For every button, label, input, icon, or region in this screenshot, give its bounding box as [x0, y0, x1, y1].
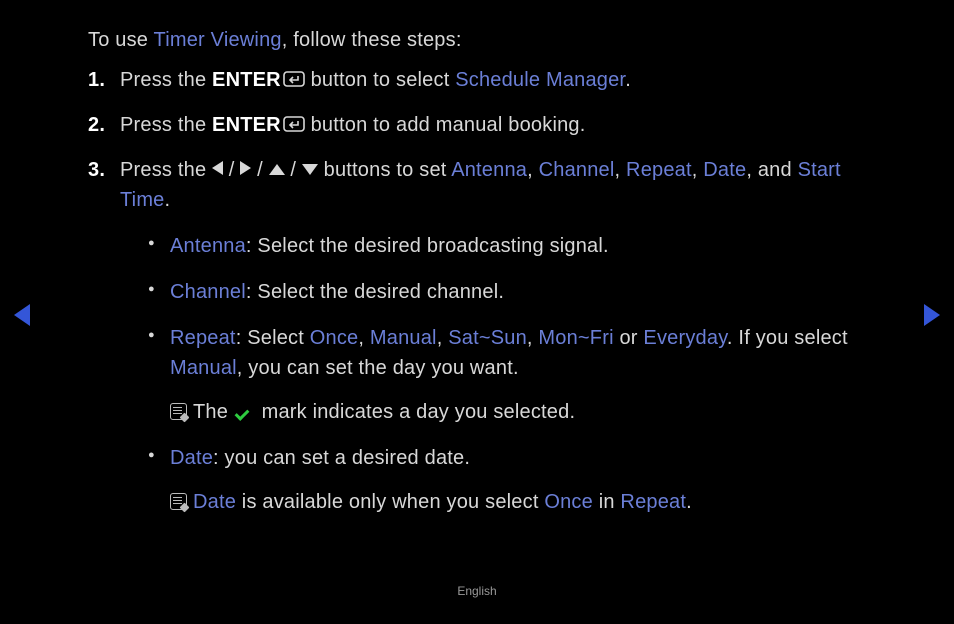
step-suffix: .: [165, 189, 171, 211]
bullet-repeat: Repeat: Select Once, Manual, Sat~Sun, Mo…: [148, 323, 866, 427]
comma: ,: [527, 327, 539, 349]
bullets-list: Antenna: Select the desired broadcasting…: [148, 231, 866, 517]
step-1: 1. Press the ENTER button to select Sche…: [88, 65, 866, 98]
date-text: : you can set a desired date.: [213, 447, 470, 469]
note-suffix: mark indicates a day you selected.: [256, 401, 575, 423]
satsun-highlight: Sat~Sun: [448, 327, 527, 349]
monfri-highlight: Mon~Fri: [538, 327, 613, 349]
repeat-label: Repeat: [170, 327, 236, 349]
intro-text: To use Timer Viewing, follow these steps…: [88, 25, 866, 55]
prev-page-button[interactable]: [14, 304, 30, 326]
comma: ,: [692, 159, 704, 181]
bullet-antenna: Antenna: Select the desired broadcasting…: [148, 231, 866, 261]
channel-text: : Select the desired channel.: [246, 281, 504, 303]
enter-icon: [283, 113, 305, 143]
note-in: in: [593, 491, 620, 513]
check-icon: [236, 405, 254, 419]
repeat-mid: . If you select: [727, 327, 848, 349]
note-mid: is available only when you select: [236, 491, 544, 513]
next-page-button[interactable]: [924, 304, 940, 326]
comma: ,: [527, 159, 539, 181]
up-arrow-icon: [269, 164, 285, 175]
repeat-suffix: , you can set the day you want.: [237, 357, 519, 379]
down-arrow-icon: [302, 164, 318, 175]
right-arrow-icon: [240, 161, 251, 175]
note-icon: [170, 403, 187, 420]
everyday-highlight: Everyday: [643, 327, 727, 349]
intro-suffix: , follow these steps:: [282, 29, 462, 51]
bullet-channel: Channel: Select the desired channel.: [148, 277, 866, 307]
date-note: Date is available only when you select O…: [170, 487, 866, 517]
step-2: 2. Press the ENTER button to add manual …: [88, 110, 866, 143]
bullet-date: Date: you can set a desired date. Date i…: [148, 443, 866, 517]
antenna-highlight: Antenna: [451, 159, 527, 181]
repeat-note: The mark indicates a day you selected.: [170, 397, 866, 427]
enter-label: ENTER: [212, 114, 281, 136]
channel-highlight: Channel: [539, 159, 615, 181]
sep: /: [223, 159, 240, 181]
once-highlight: Once: [310, 327, 359, 349]
step-number: 1.: [88, 65, 105, 95]
enter-icon: [283, 68, 305, 98]
footer-language: English: [0, 584, 954, 598]
step-number: 3.: [88, 155, 105, 185]
note-prefix: The: [193, 401, 234, 423]
note-icon: [170, 493, 187, 510]
manual2-highlight: Manual: [170, 357, 237, 379]
date-label: Date: [170, 447, 213, 469]
step-mid: button to select: [305, 69, 455, 91]
note-once-hl: Once: [544, 491, 593, 513]
note-repeat-hl: Repeat: [620, 491, 686, 513]
steps-list: 1. Press the ENTER button to select Sche…: [88, 65, 866, 517]
page-content: To use Timer Viewing, follow these steps…: [88, 25, 866, 533]
intro-prefix: To use: [88, 29, 154, 51]
step-mid: buttons to set: [318, 159, 451, 181]
step-number: 2.: [88, 110, 105, 140]
step-text: Press the: [120, 159, 212, 181]
schedule-manager-highlight: Schedule Manager: [455, 69, 625, 91]
comma: ,: [437, 327, 449, 349]
step-suffix: button to add manual booking.: [305, 114, 586, 136]
nav-right-icon: [924, 304, 940, 326]
repeat-prefix: : Select: [236, 327, 310, 349]
nav-left-icon: [14, 304, 30, 326]
antenna-label: Antenna: [170, 235, 246, 257]
intro-highlight: Timer Viewing: [154, 29, 282, 51]
channel-label: Channel: [170, 281, 246, 303]
step-text: Press the: [120, 114, 212, 136]
note-suffix: .: [686, 491, 692, 513]
note-date-hl: Date: [193, 491, 236, 513]
repeat-highlight: Repeat: [626, 159, 692, 181]
date-highlight: Date: [703, 159, 746, 181]
manual-highlight: Manual: [370, 327, 437, 349]
comma: ,: [615, 159, 627, 181]
enter-label: ENTER: [212, 69, 281, 91]
step-suffix: .: [625, 69, 631, 91]
and: , and: [746, 159, 797, 181]
antenna-text: : Select the desired broadcasting signal…: [246, 235, 609, 257]
or: or: [614, 327, 644, 349]
sep: /: [251, 159, 268, 181]
step-3: 3. Press the / / / buttons to set Antenn…: [88, 155, 866, 517]
sep: /: [285, 159, 302, 181]
step-text: Press the: [120, 69, 212, 91]
left-arrow-icon: [212, 161, 223, 175]
comma: ,: [358, 327, 370, 349]
